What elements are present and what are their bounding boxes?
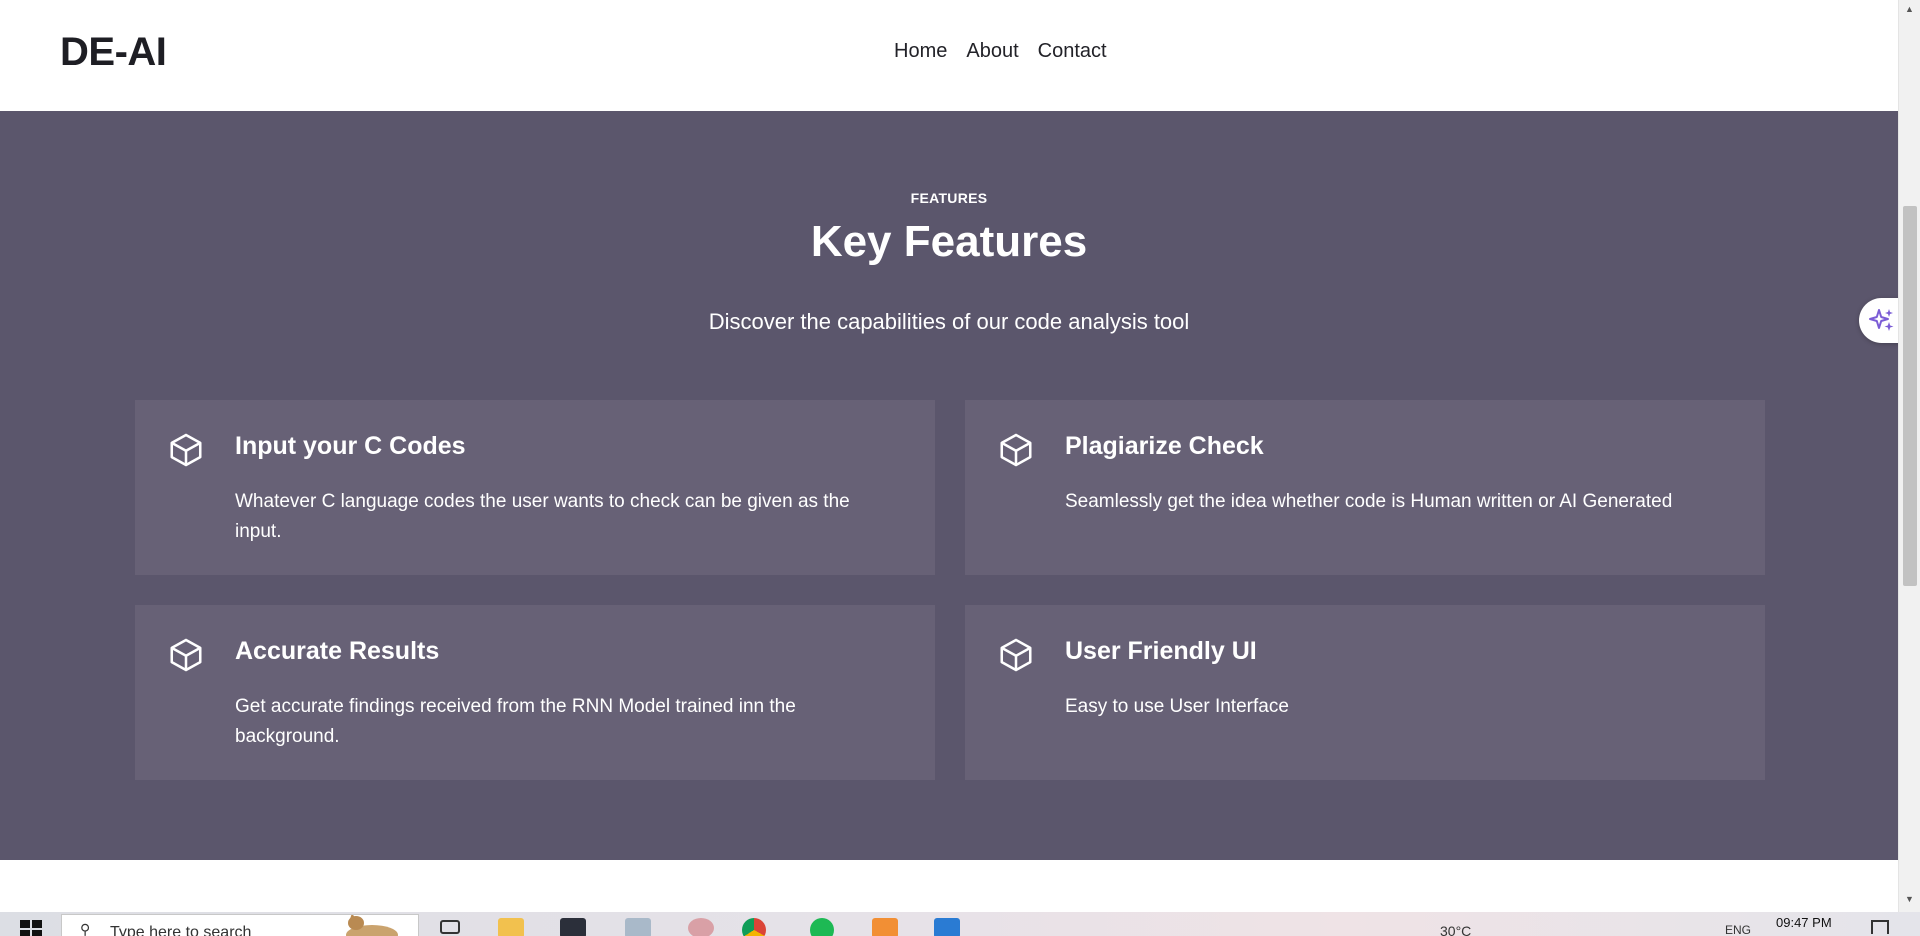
search-icon: ⚲ [80, 921, 91, 936]
nav-home-link[interactable]: Home [894, 40, 947, 63]
chrome-icon[interactable] [742, 918, 766, 936]
nav-about-link[interactable]: About [966, 40, 1018, 63]
weather-text[interactable]: 30°C [1440, 923, 1471, 936]
scroll-down-arrow-icon[interactable]: ▼ [1905, 894, 1914, 904]
search-highlight-illustration-icon [346, 915, 398, 936]
search-placeholder: Type here to search [110, 924, 252, 936]
feature-card: Accurate Results Get accurate findings r… [135, 605, 935, 780]
spotify-icon[interactable] [810, 918, 834, 936]
features-section: FEATURES Key Features Discover the capab… [0, 111, 1898, 860]
app-icon[interactable] [688, 918, 714, 936]
site-logo[interactable]: DE-AI [60, 30, 167, 75]
feature-card: Input your C Codes Whatever C language c… [135, 400, 935, 575]
feature-card: Plagiarize Check Seamlessly get the idea… [965, 400, 1765, 575]
xampp-icon[interactable] [872, 918, 898, 936]
cube-icon [170, 433, 202, 467]
cube-icon [1000, 433, 1032, 467]
notification-center-icon[interactable] [1871, 920, 1889, 934]
notepad-icon[interactable] [625, 918, 651, 936]
taskbar-search-input[interactable]: ⚲ Type here to search [61, 914, 419, 936]
feature-title: Plagiarize Check [1065, 432, 1264, 460]
feature-description: Easy to use User Interface [1065, 696, 1289, 717]
language-indicator[interactable]: ENG [1725, 923, 1751, 936]
scrollbar-thumb[interactable] [1903, 206, 1917, 586]
vscode-icon[interactable] [934, 918, 960, 936]
windows-start-icon[interactable] [20, 918, 42, 936]
terminal-icon[interactable] [560, 918, 586, 936]
main-nav: Home About Contact [894, 40, 1107, 63]
taskbar: ⚲ Type here to search 30°C ENG 09:47 PM [0, 912, 1920, 936]
page-scrollbar[interactable]: ▲ ▼ [1898, 0, 1920, 912]
feature-title: Accurate Results [235, 637, 440, 665]
feature-title: User Friendly UI [1065, 637, 1257, 665]
nav-contact-link[interactable]: Contact [1038, 40, 1107, 63]
scroll-up-arrow-icon[interactable]: ▲ [1905, 4, 1914, 14]
clock-time[interactable]: 09:47 PM [1776, 915, 1832, 930]
feature-description: Get accurate findings received from the … [235, 696, 796, 747]
feature-description: Seamlessly get the idea whether code is … [1065, 491, 1673, 512]
sparkle-icon [1869, 309, 1894, 331]
section-heading: Key Features [810, 217, 1088, 266]
file-explorer-icon[interactable] [498, 918, 524, 936]
section-subheading: Discover the capabilities of our code an… [708, 309, 1190, 334]
feature-card: User Friendly UI Easy to use User Interf… [965, 605, 1765, 780]
section-eyebrow: FEATURES [910, 190, 988, 206]
cube-icon [1000, 638, 1032, 672]
task-view-icon[interactable] [440, 920, 460, 934]
feature-title: Input your C Codes [235, 432, 466, 460]
cube-icon [170, 638, 202, 672]
feature-description: Whatever C language codes the user wants… [235, 491, 850, 542]
site-header: DE-AI Home About Contact [0, 0, 1898, 111]
